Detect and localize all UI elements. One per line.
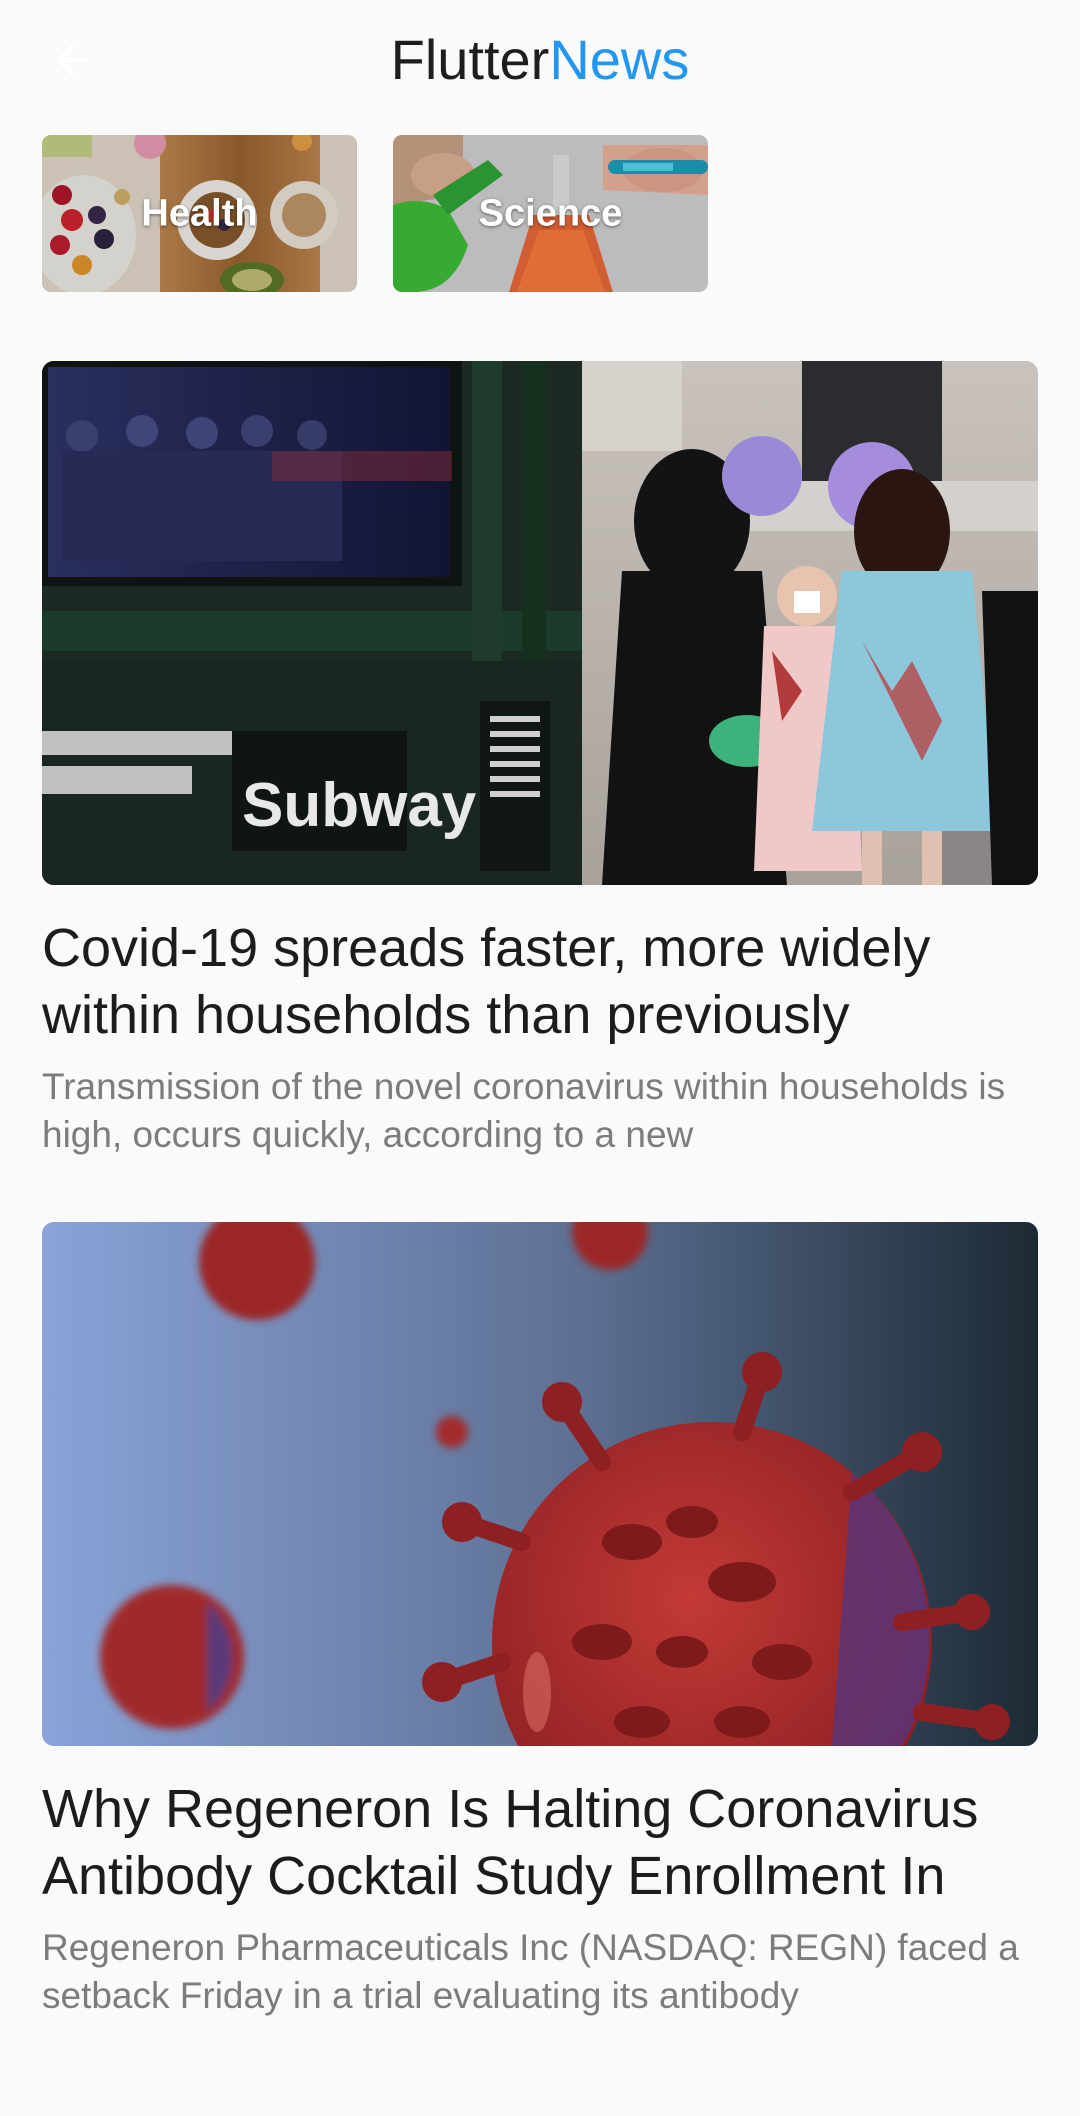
category-label-science: Science — [478, 192, 623, 234]
article-title: Covid-19 spreads faster, more widely wit… — [42, 918, 931, 1045]
category-list: Health Science — [42, 135, 708, 292]
app-bar: FlutterNews — [0, 0, 1080, 120]
category-label-health: Health — [141, 192, 258, 234]
article-card[interactable]: Subway Covid-19 spreads faster, more wid… — [42, 361, 1038, 1159]
category-tile-science[interactable]: Science — [393, 135, 708, 292]
app-screen: FlutterNews Health Science Subway Covid-… — [0, 0, 1080, 2116]
article-description: Regeneron Pharmaceuticals Inc (NASDAQ: R… — [42, 1927, 1019, 2016]
category-tile-health[interactable]: Health — [42, 135, 357, 292]
article-image — [42, 1222, 1038, 1746]
article-image: Subway — [42, 361, 1038, 885]
app-title: FlutterNews — [0, 24, 1080, 96]
article-card[interactable]: Why Regeneron Is Halting Coronavirus Ant… — [42, 1222, 1038, 2020]
article-title: Why Regeneron Is Halting Coronavirus Ant… — [42, 1779, 979, 1906]
article-description: Transmission of the novel coronavirus wi… — [42, 1066, 1006, 1155]
app-title-flutter: Flutter — [390, 28, 550, 91]
subway-sign-text: Subway — [242, 771, 477, 840]
subway-photo: Subway — [42, 361, 1038, 885]
app-title-news: News — [549, 28, 690, 91]
virus-illustration — [42, 1222, 1038, 1746]
